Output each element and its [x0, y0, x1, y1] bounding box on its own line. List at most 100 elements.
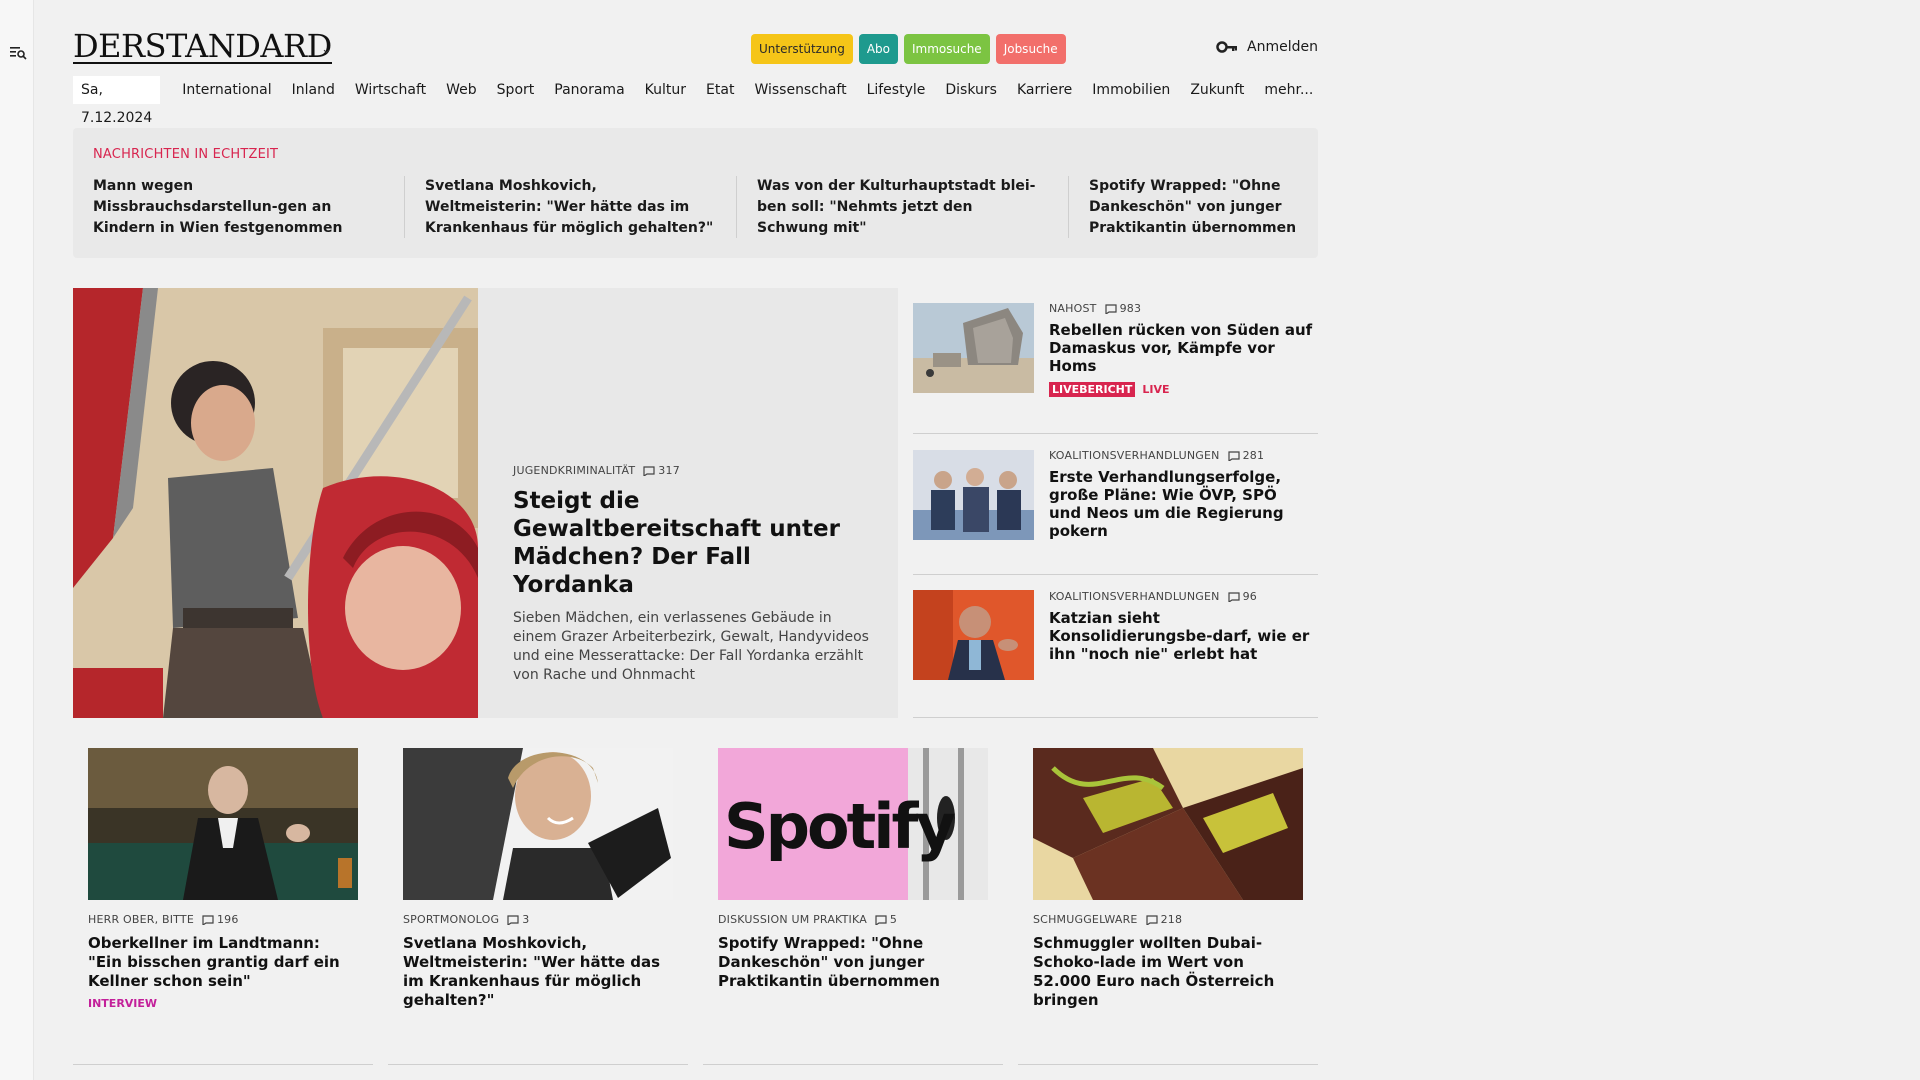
comment-count-value: 983: [1119, 302, 1142, 315]
comment-count[interactable]: 983: [1104, 302, 1142, 315]
login-button[interactable]: Anmelden: [1216, 39, 1318, 55]
hero-summary: Sieben Mädchen, ein verlassenes Gebäude …: [513, 610, 869, 683]
nav-item-wirtschaft[interactable]: Wirtschaft: [345, 82, 436, 98]
ticker-item[interactable]: Mann wegen Missbrauchsdarstellun-gen an …: [93, 176, 404, 239]
article-card[interactable]: SCHMUGGELWARE 218 Schmuggler wollten Dub…: [1018, 748, 1318, 1065]
comment-icon: [875, 914, 887, 925]
article-card-title[interactable]: Svetlana Moshkovich, Weltmeisterin: "Wer…: [403, 934, 673, 1010]
support-button[interactable]: Unterstützung: [751, 34, 853, 64]
immosuche-button[interactable]: Immosuche: [903, 34, 990, 64]
comment-icon: [202, 914, 214, 925]
kicker-label: KOALITIONSVERHANDLUNGEN: [1049, 449, 1220, 462]
comment-count-value: 317: [658, 464, 680, 477]
ticker-item[interactable]: Was von der Kulturhauptstadt blei-ben so…: [757, 176, 1068, 239]
spotify-logo: Spotify: [724, 790, 955, 863]
nav-item-kultur[interactable]: Kultur: [635, 82, 696, 98]
kicker-label: SPORTMONOLOG: [403, 913, 500, 926]
nav-item-diskurs[interactable]: Diskurs: [935, 82, 1007, 98]
kicker-label: JUGENDKRIMINALITÄT: [513, 464, 636, 477]
kicker-label: HERR OBER, BITTE: [88, 913, 194, 926]
nav-item-web[interactable]: Web: [436, 82, 487, 98]
article-card-image: Spotify: [718, 748, 988, 900]
comment-icon: [1227, 450, 1240, 461]
comment-count[interactable]: 96: [1227, 590, 1257, 603]
page: DERSTANDARD ⌄ Unterstützung Abo Immosuch…: [73, 0, 1318, 1080]
divider: [703, 1064, 1003, 1065]
comment-icon: [643, 465, 655, 476]
article-card-image: [403, 748, 673, 900]
hero-title[interactable]: Steigt die Gewaltbereitschaft unter Mädc…: [513, 487, 873, 599]
article-card-title[interactable]: Spotify Wrapped: "Ohne Dankeschön" von j…: [718, 934, 988, 991]
divider: [73, 1064, 373, 1065]
nav-item-zukunft[interactable]: Zukunft: [1180, 82, 1254, 98]
kicker-label: NAHOST: [1049, 302, 1097, 315]
comment-count[interactable]: 3: [507, 913, 529, 926]
current-date: Sa, 7.12.2024: [73, 76, 161, 126]
side-article[interactable]: NAHOST 983 Rebellen rücken von Süden auf…: [913, 288, 1318, 434]
comment-count[interactable]: 281: [1227, 449, 1265, 462]
side-article-image: [913, 590, 1034, 680]
interview-badge: INTERVIEW: [88, 997, 158, 1010]
nav-item-lifestyle[interactable]: Lifestyle: [857, 82, 936, 98]
side-articles: NAHOST 983 Rebellen rücken von Süden auf…: [913, 288, 1318, 718]
article-card-image: [1033, 748, 1303, 900]
login-label: Anmelden: [1247, 39, 1318, 55]
side-article[interactable]: KOALITIONSVERHANDLUNGEN 281 Erste Verhan…: [913, 434, 1318, 575]
article-card[interactable]: SPORTMONOLOG 3 Svetlana Moshkovich, Welt…: [388, 748, 688, 1065]
nav-item-immobilien[interactable]: Immobilien: [1082, 82, 1180, 98]
nav-item-sport[interactable]: Sport: [487, 82, 545, 98]
kicker-label: DISKUSSION UM PRAKTIKA: [718, 913, 867, 926]
comment-count-value: 281: [1242, 449, 1265, 462]
hero-image: [73, 288, 478, 718]
article-grid: HERR OBER, BITTE 196 Oberkellner im Land…: [73, 748, 1318, 1065]
comment-count-value: 5: [889, 913, 898, 926]
article-card[interactable]: HERR OBER, BITTE 196 Oberkellner im Land…: [73, 748, 373, 1065]
nav-item-etat[interactable]: Etat: [696, 82, 744, 98]
jobsuche-button[interactable]: Jobsuche: [995, 34, 1066, 64]
main-nav: Sa, 7.12.2024 International Inland Wirts…: [73, 76, 1323, 126]
key-icon: [1216, 41, 1238, 53]
ticker-item[interactable]: Spotify Wrapped: "Ohne Dankeschön" von j…: [1089, 176, 1400, 239]
divider: [1068, 176, 1069, 238]
nav-item-karriere[interactable]: Karriere: [1007, 82, 1082, 98]
abo-button[interactable]: Abo: [858, 34, 898, 64]
comment-icon: [507, 914, 519, 925]
divider: [404, 176, 405, 238]
live-ticker: NACHRICHTEN IN ECHTZEIT Mann wegen Missb…: [73, 128, 1318, 258]
article-card-title[interactable]: Oberkellner im Landtmann: "Ein bisschen …: [88, 934, 358, 991]
ticker-item[interactable]: Svetlana Moshkovich, Weltmeisterin: "Wer…: [425, 176, 736, 239]
article-card[interactable]: Spotify DISKUSSION UM PRAKTIKA 5 Spotify…: [703, 748, 1003, 1065]
kicker-label: KOALITIONSVERHANDLUNGEN: [1049, 590, 1220, 603]
nav-item-wissenschaft[interactable]: Wissenschaft: [744, 82, 856, 98]
side-article-title[interactable]: Rebellen rücken von Süden auf Damaskus v…: [1049, 321, 1314, 375]
article-card-title[interactable]: Schmuggler wollten Dubai-Schoko-lade im …: [1033, 934, 1303, 1010]
comment-count[interactable]: 5: [875, 913, 897, 926]
comment-count[interactable]: 317: [643, 464, 680, 477]
kicker-label: SCHMUGGELWARE: [1033, 913, 1138, 926]
nav-item-inland[interactable]: Inland: [282, 82, 345, 98]
side-article-image: [913, 303, 1034, 393]
menu-search-icon[interactable]: [9, 44, 27, 60]
live-report-badge: LIVEBERICHT: [1049, 382, 1136, 397]
side-article[interactable]: KOALITIONSVERHANDLUNGEN 96 Katzian sieht…: [913, 575, 1318, 718]
comment-count[interactable]: 196: [202, 913, 239, 926]
article-card-image: [88, 748, 358, 900]
live-badge: LIVE: [1142, 383, 1170, 396]
ticker-label: NACHRICHTEN IN ECHTZEIT: [93, 147, 279, 162]
hero-article[interactable]: JUGENDKRIMINALITÄT 317 Steigt die Gewalt…: [73, 288, 898, 718]
nav-item-international[interactable]: International: [172, 82, 281, 98]
site-logo[interactable]: DERSTANDARD: [73, 30, 332, 64]
comment-icon: [1145, 914, 1158, 925]
divider: [1018, 1064, 1318, 1065]
comment-count-value: 196: [216, 913, 239, 926]
chevron-down-icon[interactable]: ⌄: [321, 42, 332, 57]
comment-icon: [1227, 591, 1240, 602]
side-article-title[interactable]: Katzian sieht Konsolidierungsbe-darf, wi…: [1049, 609, 1314, 663]
header-pills: Unterstützung Abo Immosuche Jobsuche: [751, 34, 1066, 64]
comment-count-value: 96: [1242, 590, 1257, 603]
side-article-image: [913, 450, 1034, 540]
nav-item-panorama[interactable]: Panorama: [544, 82, 634, 98]
nav-item-more[interactable]: mehr...: [1254, 82, 1323, 98]
side-article-title[interactable]: Erste Verhandlungserfolge, große Pläne: …: [1049, 468, 1314, 540]
comment-count[interactable]: 218: [1145, 913, 1183, 926]
